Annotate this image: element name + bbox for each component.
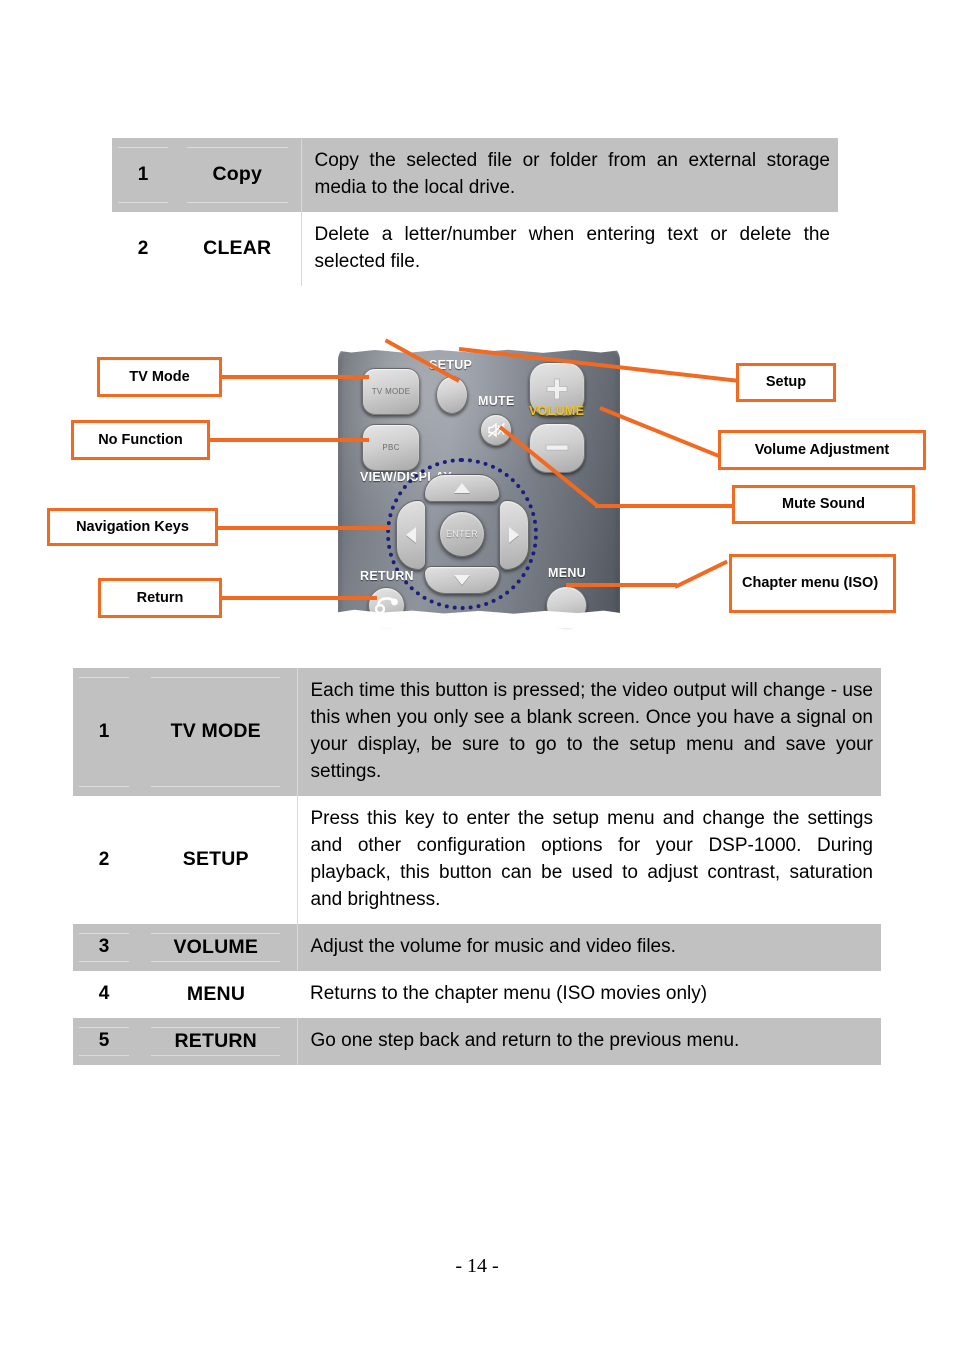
remote-button-down[interactable] (424, 566, 500, 594)
row-description: Each time this button is pressed; the vi… (296, 668, 881, 796)
remote-button-pbc-label: PBC (382, 443, 400, 452)
table-row: 4 MENU Returns to the chapter menu (ISO … (73, 971, 881, 1018)
row-key-label: RETURN (135, 1017, 297, 1065)
callout-tv-mode-label: TV Mode (129, 368, 190, 385)
table-row: 2 CLEAR Delete a letter/number when ente… (112, 211, 838, 286)
row-key-label: CLEAR (203, 237, 272, 260)
connector-navigation-keys (215, 526, 390, 530)
silkscreen-volume-label: VOLUME (529, 404, 585, 418)
remote-control-diagram: TV MODE PBC SETUP MUTE VOLUME VIEW/DISPL… (0, 330, 954, 640)
callout-setup-label: Setup (765, 374, 807, 391)
callout-navigation-keys: Navigation Keys (47, 508, 218, 546)
remote-button-left[interactable] (396, 500, 426, 570)
row-key-label: TV MODE (135, 668, 297, 796)
table-row: 1 Copy Copy the selected file or folder … (112, 138, 838, 212)
callout-return-label: Return (136, 589, 184, 606)
callout-chapter-menu-label: Chapter menu (ISO) (742, 575, 879, 592)
row-key-label: MENU (186, 982, 246, 1005)
callout-no-function: No Function (71, 420, 210, 460)
table-row: 3 VOLUME Adjust the volume for music and… (73, 923, 881, 971)
minus-icon (545, 444, 569, 451)
arrow-up-icon (454, 483, 470, 493)
remote-button-right[interactable] (499, 500, 529, 570)
connector-tv-mode (219, 375, 369, 379)
remote-button-volume-down[interactable] (529, 423, 585, 473)
remote-button-enter[interactable]: ENTER (439, 511, 485, 557)
callout-navigation-keys-label: Navigation Keys (76, 518, 189, 535)
connector-chapter-menu-segment-b (674, 559, 729, 589)
row-number: 2 (98, 848, 110, 870)
arrow-down-icon (454, 575, 470, 585)
arrow-right-icon (509, 527, 519, 543)
row-description: Adjust the volume for music and video fi… (296, 923, 881, 971)
table-row: 5 RETURN Go one step back and return to … (73, 1017, 881, 1065)
remote-button-setup[interactable] (436, 376, 468, 414)
connector-return (219, 596, 377, 600)
row-description: Returns to the chapter menu (ISO movies … (310, 982, 708, 1004)
row-description: Press this key to enter the setup menu a… (296, 795, 881, 924)
callout-tv-mode: TV Mode (97, 357, 222, 397)
row-number: 2 (137, 237, 149, 259)
row-key-label: SETUP (182, 848, 249, 871)
table-row: 1 TV MODE Each time this button is press… (73, 668, 881, 796)
arrow-left-icon (406, 527, 416, 543)
row-description: Copy the selected file or folder from an… (300, 138, 838, 212)
callout-no-function-label: No Function (98, 431, 183, 448)
connector-mute-segment-b (595, 504, 738, 508)
silkscreen-mute-label: MUTE (478, 394, 515, 408)
silkscreen-return-label: RETURN (360, 569, 414, 583)
table-row: 2 SETUP Press this key to enter the setu… (73, 795, 881, 924)
row-description: Go one step back and return to the previ… (296, 1017, 881, 1065)
row-number: 1 (73, 668, 135, 796)
row-number: 3 (73, 923, 135, 971)
callout-mute-sound-label: Mute Sound (782, 496, 865, 513)
callout-chapter-menu: Chapter menu (ISO) (729, 554, 896, 613)
row-number: 5 (73, 1017, 135, 1065)
remote-button-tv-mode[interactable]: TV MODE (362, 368, 420, 415)
page-number: - 14 - (455, 1255, 499, 1277)
row-description: Delete a letter/number when entering tex… (300, 211, 838, 286)
remote-button-pbc[interactable]: PBC (362, 424, 420, 471)
callout-return: Return (98, 578, 222, 618)
row-key-label: Copy (174, 138, 301, 212)
row-number: 4 (98, 983, 110, 1005)
connector-chapter-menu-segment-a (566, 583, 677, 587)
callout-setup: Setup (736, 363, 836, 402)
callout-volume-adjustment: Volume Adjustment (718, 430, 926, 470)
callout-mute-sound: Mute Sound (732, 485, 915, 524)
connector-no-function (207, 438, 369, 442)
remote-keys-table-top: 1 Copy Copy the selected file or folder … (112, 138, 838, 286)
callout-volume-adjustment-label: Volume Adjustment (754, 441, 890, 458)
remote-keys-table-bottom: 1 TV MODE Each time this button is press… (73, 668, 881, 1065)
remote-button-enter-label: ENTER (445, 529, 478, 539)
plus-icon (546, 378, 568, 400)
remote-button-tv-mode-label: TV MODE (371, 387, 411, 396)
row-key-label: VOLUME (135, 923, 297, 971)
silkscreen-menu-label: MENU (548, 566, 587, 580)
row-number: 1 (112, 138, 174, 212)
remote-button-up[interactable] (424, 474, 500, 502)
